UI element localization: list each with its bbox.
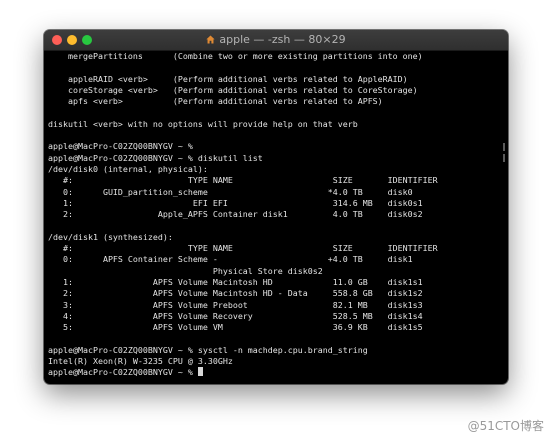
text-cursor — [197, 367, 203, 377]
terminal-line: apfs <verb> (Perform additional verbs re… — [48, 96, 383, 107]
terminal-line: 2: APFS Volume Macintosh HD - Data 558.8… — [48, 288, 423, 299]
scroll-mark — [503, 143, 505, 151]
window-title-container: apple — -zsh — 80×29 — [44, 33, 508, 46]
terminal-line: 4: APFS Volume Recovery 528.5 MB disk1s4 — [48, 310, 423, 321]
terminal-line: mergePartitions (Combine two or more exi… — [48, 51, 423, 61]
terminal-line: #: TYPE NAME SIZE IDENTIFIER — [48, 243, 438, 254]
terminal-line: 0: APFS Container Scheme - +4.0 TB disk1 — [48, 254, 413, 265]
terminal-line: 0: GUID_partition_scheme *4.0 TB disk0 — [48, 186, 413, 197]
terminal-line: 5: APFS Volume VM 36.9 KB disk1s5 — [48, 322, 423, 333]
terminal-line: appleRAID <verb> (Perform additional ver… — [48, 73, 408, 84]
terminal-line: /dev/disk1 (synthesized): — [48, 231, 173, 242]
house-icon — [206, 35, 216, 44]
terminal-output[interactable]: mergePartitions (Combine two or more exi… — [44, 51, 508, 384]
terminal-line: 2: Apple_APFS Container disk1 4.0 TB dis… — [48, 209, 423, 220]
terminal-line: Intel(R) Xeon(R) W-3235 CPU @ 3.30GHz — [48, 356, 233, 367]
terminal-line: apple@MacPro-C02ZQ00BNYGV ~ % — [48, 141, 193, 152]
terminal-line: apple@MacPro-C02ZQ00BNYGV ~ % sysctl -n … — [48, 344, 368, 355]
scroll-mark — [503, 154, 505, 162]
terminal-line: /dev/disk0 (internal, physical): — [48, 163, 208, 174]
terminal-line: apple@MacPro-C02ZQ00BNYGV ~ % — [48, 367, 508, 378]
terminal-line: 1: APFS Volume Macintosh HD 11.0 GB disk… — [48, 276, 423, 287]
window-title: apple — -zsh — 80×29 — [219, 33, 346, 46]
terminal-line: diskutil <verb> with no options will pro… — [48, 118, 358, 129]
terminal-line: coreStorage <verb> (Perform additional v… — [48, 84, 418, 95]
title-bar[interactable]: apple — -zsh — 80×29 — [44, 30, 508, 51]
terminal-line: Physical Store disk0s2 — [48, 265, 323, 276]
terminal-line: #: TYPE NAME SIZE IDENTIFIER — [48, 175, 438, 186]
terminal-line: 1: EFI EFI 314.6 MB disk0s1 — [48, 197, 423, 208]
watermark: @51CTO博客 — [467, 419, 544, 433]
terminal-line: apple@MacPro-C02ZQ00BNYGV ~ % diskutil l… — [48, 152, 263, 163]
terminal-line: 3: APFS Volume Preboot 82.1 MB disk1s3 — [48, 299, 423, 310]
terminal-window: apple — -zsh — 80×29 mergePartitions (Co… — [44, 30, 508, 384]
